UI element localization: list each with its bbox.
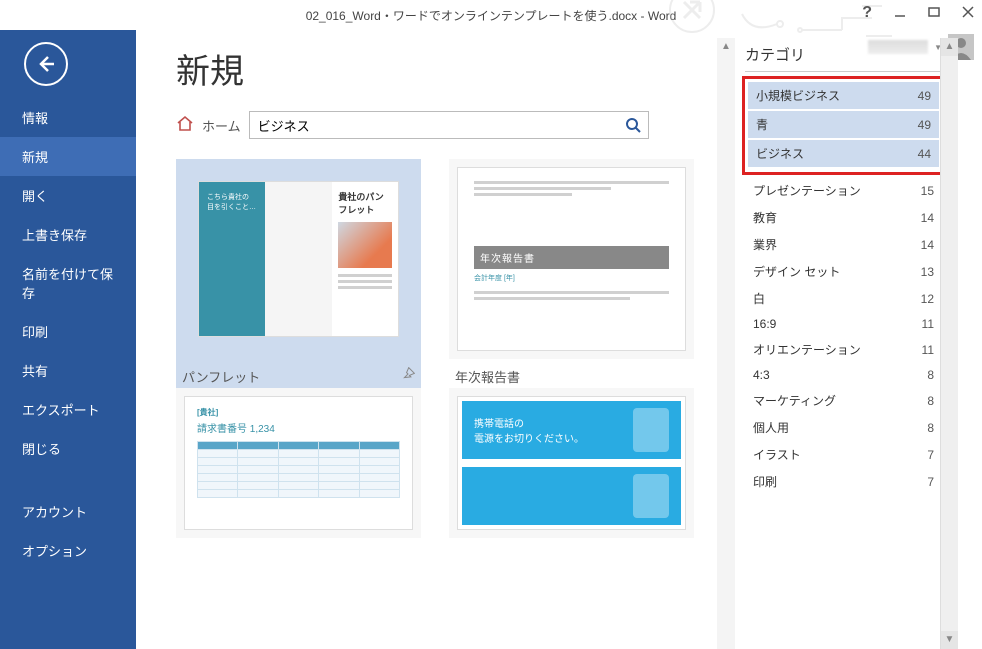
category-item[interactable]: ビジネス44	[748, 140, 939, 167]
search-input[interactable]	[249, 111, 619, 139]
template-label: 年次報告書	[455, 367, 520, 386]
home-icon[interactable]	[176, 115, 194, 136]
category-item[interactable]: 青49	[748, 111, 939, 138]
scroll-down-icon[interactable]: ▼	[941, 631, 958, 649]
sidebar-item-share[interactable]: 共有	[0, 351, 136, 390]
category-item[interactable]: 印刷7	[745, 468, 942, 495]
thumb-title: 貴社のパンフレット	[338, 190, 392, 216]
highlighted-categories: 小規模ビジネス49 青49 ビジネス44	[742, 76, 945, 175]
category-item[interactable]: 業界14	[745, 231, 942, 258]
help-icon[interactable]: ?	[862, 4, 872, 22]
pin-icon[interactable]	[401, 367, 415, 386]
minimize-icon[interactable]	[894, 5, 906, 21]
sidebar-item-export[interactable]: エクスポート	[0, 390, 136, 429]
category-item[interactable]: デザイン セット13	[745, 258, 942, 285]
page-title: 新規	[176, 44, 718, 93]
category-item[interactable]: 白12	[745, 285, 942, 312]
template-invoice[interactable]: [貴社] 請求書番号 1,234	[176, 388, 421, 538]
thumb-number: 請求書番号 1,234	[197, 420, 400, 435]
category-item[interactable]: 教育14	[745, 204, 942, 231]
category-item[interactable]: 個人用8	[745, 414, 942, 441]
category-item[interactable]: マーケティング8	[745, 387, 942, 414]
close-icon[interactable]	[962, 5, 974, 21]
category-panel: ▲ カテゴリ 小規模ビジネス49 青49 ビジネス44 プレゼンテーション15 …	[734, 38, 958, 649]
restore-icon[interactable]	[928, 5, 940, 21]
back-button[interactable]	[24, 42, 68, 86]
sidebar-item-options[interactable]: オプション	[0, 531, 136, 570]
window-title: 02_016_Word・ワードでオンラインテンプレートを使う.docx - Wo…	[306, 7, 677, 24]
scroll-up-icon[interactable]: ▲	[941, 38, 958, 56]
templates-scrollbar[interactable]: ▲	[717, 38, 735, 649]
category-title: カテゴリ	[745, 42, 942, 72]
category-item[interactable]: プレゼンテーション15	[745, 177, 942, 204]
sidebar-item-info[interactable]: 情報	[0, 98, 136, 137]
category-item[interactable]: 16:911	[745, 312, 942, 336]
category-item[interactable]: オリエンテーション11	[745, 336, 942, 363]
thumb-subtitle: 会計年度 [年]	[474, 273, 669, 283]
sidebar-item-print[interactable]: 印刷	[0, 312, 136, 351]
template-brochure[interactable]: こちら貴社の目を引くこと… 貴社のパンフレット パンフレット	[176, 159, 421, 390]
thumb-title: [貴社]	[197, 407, 400, 418]
sidebar-item-saveas[interactable]: 名前を付けて保存	[0, 254, 136, 312]
template-annual-report[interactable]: 年次報告書 会計年度 [年] 年次報告書	[449, 159, 694, 390]
thumb-title: 年次報告書	[474, 246, 669, 269]
sidebar-item-open[interactable]: 開く	[0, 176, 136, 215]
category-item[interactable]: 4:38	[745, 363, 942, 387]
sidebar-item-new[interactable]: 新規	[0, 137, 136, 176]
search-button[interactable]	[619, 111, 649, 139]
backstage-sidebar: 情報 新規 開く 上書き保存 名前を付けて保存 印刷 共有 エクスポート 閉じる…	[0, 30, 136, 649]
sidebar-item-close[interactable]: 閉じる	[0, 429, 136, 468]
category-item[interactable]: 小規模ビジネス49	[748, 82, 939, 109]
category-item[interactable]: イラスト7	[745, 441, 942, 468]
template-label: パンフレット	[182, 367, 260, 386]
template-phone-notice[interactable]: 携帯電話の電源をお切りください。	[449, 388, 694, 538]
sidebar-item-account[interactable]: アカウント	[0, 492, 136, 531]
category-scrollbar[interactable]: ▲ ▼	[940, 38, 958, 649]
home-label[interactable]: ホーム	[202, 116, 241, 135]
sidebar-item-save[interactable]: 上書き保存	[0, 215, 136, 254]
